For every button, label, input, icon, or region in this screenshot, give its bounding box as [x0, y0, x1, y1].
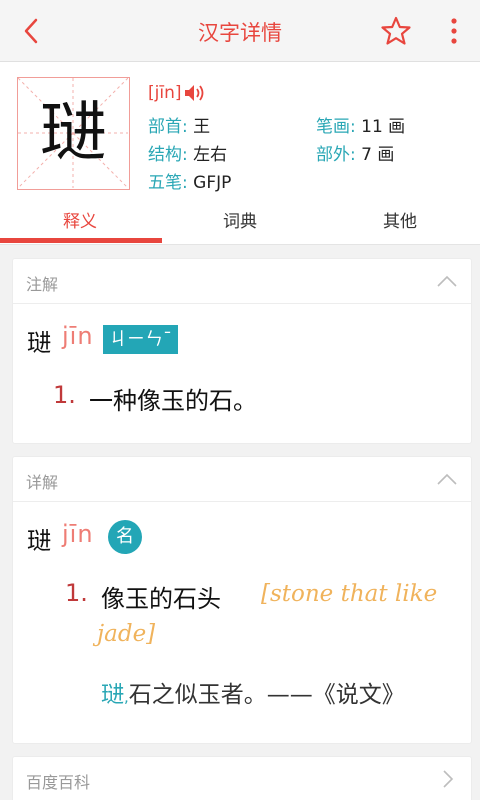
english-translation: [stone that like	[261, 581, 438, 607]
headword-pinyin: jīn	[62, 520, 94, 548]
radical-value: 王	[193, 117, 211, 137]
character-pinyin: [jīn]	[148, 83, 182, 103]
star-icon[interactable]	[380, 15, 412, 47]
definition-number: 1.	[53, 381, 76, 409]
example-headword: 琎	[101, 682, 124, 708]
english-translation-cont: jade]	[97, 621, 156, 647]
radical-label: 部首:	[148, 117, 188, 137]
definition-number: 1.	[65, 579, 88, 607]
strokes-label: 笔画:	[316, 117, 356, 137]
outside-strokes-label: 部外:	[316, 145, 356, 165]
baike-card-header[interactable]: 百度百科	[13, 757, 471, 800]
note-card-header[interactable]: 注解	[13, 259, 471, 304]
headword: 琎	[27, 329, 51, 357]
structure-value: 左右	[193, 145, 228, 165]
chevron-up-icon[interactable]	[437, 273, 457, 287]
strokes-value: 11 画	[361, 117, 406, 137]
definition-text: 像玉的石头	[101, 585, 221, 613]
chevron-right-icon[interactable]	[441, 769, 455, 789]
headword-pinyin: jīn	[62, 322, 94, 350]
outside-strokes-value: 7 画	[361, 145, 395, 165]
headword: 琎	[27, 527, 51, 555]
example-text: 石之似玉者。——《说文》	[128, 682, 405, 708]
wubi-value: GFJP	[193, 173, 232, 193]
radical-info: 部首: 王	[148, 112, 210, 137]
wubi-info: 五笔: GFJP	[148, 168, 231, 193]
example-quote: 琎,石之似玉者。——《说文》	[101, 675, 405, 709]
part-of-speech-badge: 名	[108, 520, 142, 554]
structure-info: 结构: 左右	[148, 140, 227, 165]
active-tab-indicator	[0, 238, 162, 243]
detail-card-title: 详解	[26, 473, 59, 492]
wubi-label: 五笔:	[148, 173, 188, 193]
baike-card[interactable]: 百度百科	[12, 756, 472, 800]
note-card: 注解 琎 jīn ㄐㄧㄣˉ 1. 一种像玉的石。	[12, 258, 472, 444]
tab-dictionary[interactable]: 词典	[160, 208, 320, 245]
baike-card-title: 百度百科	[26, 773, 91, 792]
detail-card: 详解 琎 jīn 名 1. 像玉的石头 [stone that like jad…	[12, 456, 472, 744]
tab-other[interactable]: 其他	[320, 208, 480, 245]
chevron-up-icon[interactable]	[437, 471, 457, 485]
definition-text: 一种像玉的石。	[89, 387, 257, 415]
big-character: 琎	[40, 94, 106, 171]
detail-card-header[interactable]: 详解	[13, 457, 471, 502]
top-bar: 汉字详情	[0, 0, 480, 62]
strokes-info: 笔画: 11 画	[316, 112, 405, 137]
more-vert-icon[interactable]	[446, 14, 462, 48]
outside-strokes-info: 部外: 7 画	[316, 140, 394, 165]
speaker-icon[interactable]	[184, 84, 206, 102]
note-card-title: 注解	[26, 275, 59, 294]
zhuyin-badge: ㄐㄧㄣˉ	[103, 325, 178, 354]
character-header: 琎 [jīn] 部首: 王 笔画: 11 画 结构: 左右 部外: 7 画 五笔…	[0, 62, 480, 208]
structure-label: 结构:	[148, 145, 188, 165]
character-grid: 琎	[17, 77, 130, 190]
